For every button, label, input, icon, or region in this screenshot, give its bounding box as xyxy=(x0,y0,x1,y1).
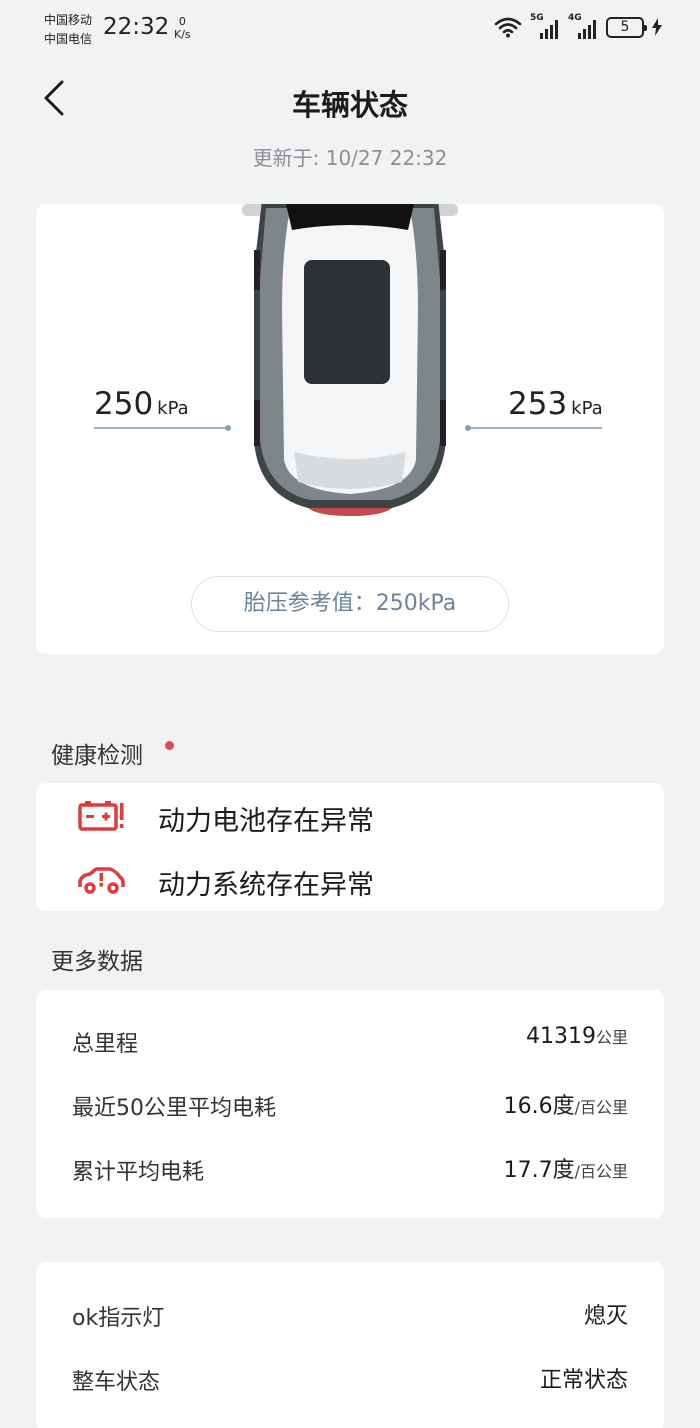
more-data-title: 更多数据 xyxy=(51,949,143,975)
left-tire-value: 250 xyxy=(94,386,154,422)
status-value: 熄灭 xyxy=(583,1304,628,1329)
data-unit: /百公里 xyxy=(574,1162,628,1181)
data-row-cumulative-consumption: 累计平均电耗 17.7度/百公里 xyxy=(72,1148,628,1188)
health-check-card: 动力电池存在异常 动力系统存在异常 xyxy=(36,783,664,911)
signal-4g-icon: 4G xyxy=(568,13,598,39)
charging-bolt-icon xyxy=(652,18,662,36)
data-row-recent-consumption: 最近50公里平均电耗 16.6度/百公里 xyxy=(72,1084,628,1124)
status-label: 整车状态 xyxy=(72,1370,161,1395)
data-value: 17.7度/百公里 xyxy=(504,1152,628,1184)
car-warning-icon xyxy=(78,867,125,894)
status-bar: 中国移动 中国电信 22:32 0 K/s 5G 4G 5 xyxy=(0,0,700,60)
powertrain-alert-label: 动力系统存在异常 xyxy=(158,870,374,901)
data-label: 总里程 xyxy=(72,1032,139,1057)
alert-row-battery[interactable]: 动力电池存在异常 xyxy=(36,785,664,845)
speed-value: 0 xyxy=(178,15,186,28)
right-tire-pressure: 253 kPa xyxy=(508,386,603,422)
car-top-view-image xyxy=(242,204,458,516)
data-number: 41319 xyxy=(525,1024,596,1049)
right-tire-unit: kPa xyxy=(571,398,603,419)
data-unit: 公里 xyxy=(595,1028,628,1047)
right-tire-value: 253 xyxy=(508,386,568,422)
right-tire-leader-line xyxy=(465,425,602,431)
page-title: 车辆状态 xyxy=(291,88,408,122)
data-unit: /百公里 xyxy=(574,1098,628,1117)
alert-dot-icon xyxy=(165,741,174,750)
carrier-names: 中国移动 中国电信 xyxy=(44,11,92,49)
speed-unit: K/s xyxy=(174,28,191,41)
data-label: 累计平均电耗 xyxy=(72,1160,205,1185)
left-tire-leader-line xyxy=(94,425,231,431)
wifi-icon xyxy=(494,17,522,38)
vehicle-status-card: ok指示灯 熄灭 整车状态 正常状态 xyxy=(36,1262,664,1428)
battery-alert-label: 动力电池存在异常 xyxy=(158,806,374,837)
status-row-vehicle-state: 整车状态 正常状态 xyxy=(72,1358,628,1398)
clock: 22:32 xyxy=(103,14,170,40)
battery-icon: 5 xyxy=(606,16,647,38)
status-label: ok指示灯 xyxy=(72,1306,165,1331)
data-value: 41319公里 xyxy=(526,1024,628,1049)
status-row-ok-light: ok指示灯 熄灭 xyxy=(72,1294,628,1334)
left-tire-pressure: 250 kPa xyxy=(94,386,189,422)
tire-pressure-card: 250 kPa 253 kPa 胎压参考值：250kPa xyxy=(36,204,664,654)
reference-pressure-badge: 胎压参考值：250kPa xyxy=(191,576,509,632)
status-value: 正常状态 xyxy=(539,1368,628,1393)
data-number: 17.7度 xyxy=(503,1158,575,1183)
carrier-2: 中国电信 xyxy=(44,32,93,46)
carrier-1: 中国移动 xyxy=(44,13,93,27)
data-number: 16.6度 xyxy=(503,1094,575,1119)
network-speed: 0 K/s xyxy=(174,15,191,41)
more-data-card: 总里程 41319公里 最近50公里平均电耗 16.6度/百公里 累计平均电耗 … xyxy=(36,990,664,1218)
signal-5g-icon: 5G xyxy=(530,13,560,39)
data-label: 最近50公里平均电耗 xyxy=(72,1096,276,1121)
data-row-total-mileage: 总里程 41319公里 xyxy=(72,1020,628,1060)
left-tire-unit: kPa xyxy=(157,398,189,419)
battery-warning-icon xyxy=(78,801,124,831)
data-value: 16.6度/百公里 xyxy=(504,1088,628,1120)
health-check-title: 健康检测 xyxy=(51,743,143,769)
alert-row-powertrain[interactable]: 动力系统存在异常 xyxy=(36,849,664,909)
update-time: 更新于: 10/27 22:32 xyxy=(252,146,448,170)
